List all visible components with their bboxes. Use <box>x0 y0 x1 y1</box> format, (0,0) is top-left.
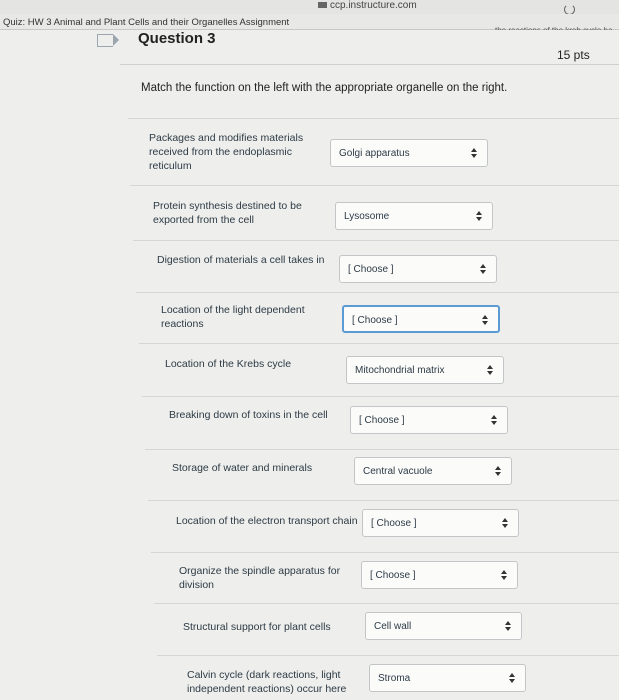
updown-arrows-icon <box>505 621 511 633</box>
match-prompt-label: Location of the light dependent reactions <box>161 303 305 331</box>
row-divider <box>157 655 619 656</box>
match-prompt-label: Digestion of materials a cell takes in <box>157 253 325 267</box>
label-line: division <box>179 579 215 591</box>
dropdown-value: [ Choose ] <box>371 518 417 529</box>
updown-arrows-icon <box>471 148 477 160</box>
row-divider <box>128 118 619 119</box>
question-title: Question 3 <box>138 30 216 47</box>
row-divider <box>130 185 619 186</box>
label-line: Protein synthesis destined to be <box>153 200 302 212</box>
row-divider <box>148 500 619 501</box>
question-points: 15 pts <box>557 48 590 62</box>
dropdown-value: Mitochondrial matrix <box>355 365 445 376</box>
answer-dropdown[interactable]: Stroma <box>369 664 526 692</box>
answer-dropdown[interactable]: [ Choose ] <box>350 406 508 434</box>
answer-dropdown[interactable]: Central vacuole <box>354 457 512 485</box>
url-text: ccp.instructure.com <box>330 0 417 11</box>
match-prompt-label: Location of the Krebs cycle <box>165 357 291 371</box>
match-prompt-label: Packages and modifies materials received … <box>149 131 303 173</box>
updown-arrows-icon <box>480 264 486 276</box>
dropdown-value: Lysosome <box>344 211 390 222</box>
answer-dropdown[interactable]: [ Choose ] <box>361 561 518 589</box>
answer-dropdown[interactable]: Lysosome <box>335 202 493 230</box>
row-divider <box>136 292 619 293</box>
label-line: received from the endoplasmic <box>149 146 292 158</box>
divider <box>120 64 619 65</box>
question-prompt: Match the function on the left with the … <box>141 82 508 94</box>
label-line: Structural support for plant cells <box>183 621 331 633</box>
browser-address-bar: ccp.instructure.com <box>0 0 619 15</box>
updown-arrows-icon <box>476 211 482 223</box>
dropdown-value: [ Choose ] <box>359 415 405 426</box>
label-line: Location of the Krebs cycle <box>165 358 292 370</box>
flag-question-icon[interactable] <box>97 34 119 47</box>
label-line: Location of the electron transport chain <box>176 515 358 527</box>
dropdown-value: [ Choose ] <box>348 264 394 275</box>
answer-dropdown[interactable]: Mitochondrial matrix <box>346 356 504 384</box>
dropdown-value: Golgi apparatus <box>339 148 410 159</box>
label-line: Storage of water and minerals <box>172 462 313 474</box>
answer-dropdown[interactable]: [ Choose ] <box>339 255 497 283</box>
row-divider <box>151 552 619 553</box>
tab-title[interactable]: Quiz: HW 3 Animal and Plant Cells and th… <box>3 17 289 28</box>
match-prompt-label: Breaking down of toxins in the cell <box>169 408 328 422</box>
dropdown-value: Central vacuole <box>363 466 433 477</box>
match-prompt-label: Structural support for plant cells <box>183 620 331 634</box>
answer-dropdown[interactable]: [ Choose ] <box>342 305 500 333</box>
browser-tab-bar: Quiz: HW 3 Animal and Plant Cells and th… <box>0 14 619 35</box>
updown-arrows-icon <box>501 570 507 582</box>
answer-dropdown[interactable]: Golgi apparatus <box>330 139 488 167</box>
updown-arrows-icon <box>502 518 508 530</box>
label-line: Breaking down of toxins in the cell <box>169 409 328 421</box>
label-line: Organize the spindle apparatus for <box>179 565 341 577</box>
answer-dropdown[interactable]: Cell wall <box>365 612 522 640</box>
updown-arrows-icon <box>491 415 497 427</box>
dropdown-value: Cell wall <box>374 621 412 632</box>
label-line: reactions <box>161 318 204 330</box>
label-line: Calvin cycle (dark reactions, light <box>187 669 341 681</box>
row-divider <box>154 603 619 604</box>
label-line: Packages and modifies materials <box>149 132 304 144</box>
match-prompt-label: Protein synthesis destined to be exported… <box>153 199 302 227</box>
updown-arrows-icon <box>482 315 488 327</box>
row-divider <box>133 240 619 241</box>
label-line: independent reactions) occur here <box>187 683 347 695</box>
quiz-page <box>0 30 619 700</box>
label-line: reticulum <box>149 160 192 172</box>
lock-icon <box>318 2 327 9</box>
row-divider <box>145 449 619 450</box>
match-prompt-label: Storage of water and minerals <box>172 461 312 475</box>
label-line: Location of the light dependent <box>161 304 305 316</box>
updown-arrows-icon <box>495 466 501 478</box>
match-prompt-label: Calvin cycle (dark reactions, light indep… <box>187 668 346 696</box>
row-divider <box>139 343 619 344</box>
row-divider <box>142 396 619 397</box>
match-prompt-label: Location of the electron transport chain <box>176 514 358 528</box>
answer-dropdown[interactable]: [ Choose ] <box>362 509 519 537</box>
label-line: Digestion of materials a cell takes in <box>157 254 325 266</box>
dropdown-value: [ Choose ] <box>352 315 398 326</box>
url-display[interactable]: ccp.instructure.com <box>318 0 417 11</box>
dropdown-value: Stroma <box>378 673 411 684</box>
updown-arrows-icon <box>487 365 493 377</box>
label-line: exported from the cell <box>153 214 254 226</box>
dropdown-value: [ Choose ] <box>370 570 416 581</box>
match-prompt-label: Organize the spindle apparatus for divisi… <box>179 564 340 592</box>
updown-arrows-icon <box>509 673 515 685</box>
